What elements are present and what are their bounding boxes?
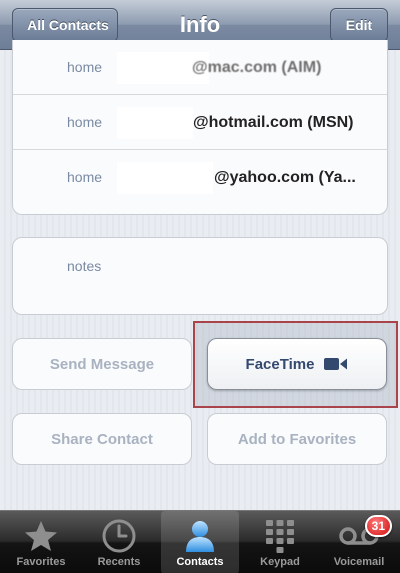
add-to-favorites-button[interactable]: Add to Favorites [207, 413, 387, 465]
tab-contacts[interactable]: Contacts [161, 511, 239, 573]
redaction-box [117, 107, 193, 139]
tab-keypad[interactable]: Keypad [241, 511, 319, 573]
email-label: home [67, 59, 103, 75]
email-list: home @mac.com (AIM) home @hotmail.com (M… [12, 40, 388, 215]
tab-favorites[interactable]: Favorites [2, 511, 80, 573]
video-camera-icon [324, 357, 348, 371]
facetime-label: FaceTime [245, 355, 315, 373]
tab-recents[interactable]: Recents [80, 511, 158, 573]
email-label: home [67, 169, 103, 185]
tab-voicemail[interactable]: Voicemail 31 [320, 511, 398, 573]
email-label: home [67, 114, 103, 130]
person-icon [183, 518, 217, 554]
email-row[interactable]: home @mac.com (AIM) [13, 40, 387, 95]
star-icon [24, 518, 58, 554]
voicemail-badge: 31 [364, 515, 392, 537]
email-value: @mac.com (AIM) [192, 59, 322, 76]
email-row[interactable]: home @yahoo.com (Ya... [13, 150, 387, 205]
email-value: @hotmail.com (MSN) [193, 114, 354, 131]
email-value: @yahoo.com (Ya... [214, 169, 356, 186]
keypad-icon [265, 518, 295, 554]
tab-bar: Favorites Recents Contacts Keypad Voicem… [0, 510, 400, 573]
email-row[interactable]: home @hotmail.com (MSN) [13, 95, 387, 150]
tab-label: Favorites [16, 556, 66, 568]
back-button[interactable]: All Contacts [12, 8, 118, 42]
tab-label: Voicemail [333, 556, 385, 568]
tab-label: Contacts [176, 556, 224, 568]
redaction-box [117, 162, 213, 194]
tab-label: Keypad [260, 556, 300, 568]
share-contact-button[interactable]: Share Contact [12, 413, 192, 465]
tab-label: Recents [97, 556, 141, 568]
send-message-button[interactable]: Send Message [12, 338, 192, 390]
edit-button[interactable]: Edit [330, 8, 388, 42]
notes-field[interactable]: notes [12, 237, 388, 315]
notes-label: notes [67, 258, 102, 274]
facetime-button[interactable]: FaceTime [207, 338, 387, 390]
clock-icon [102, 518, 136, 554]
